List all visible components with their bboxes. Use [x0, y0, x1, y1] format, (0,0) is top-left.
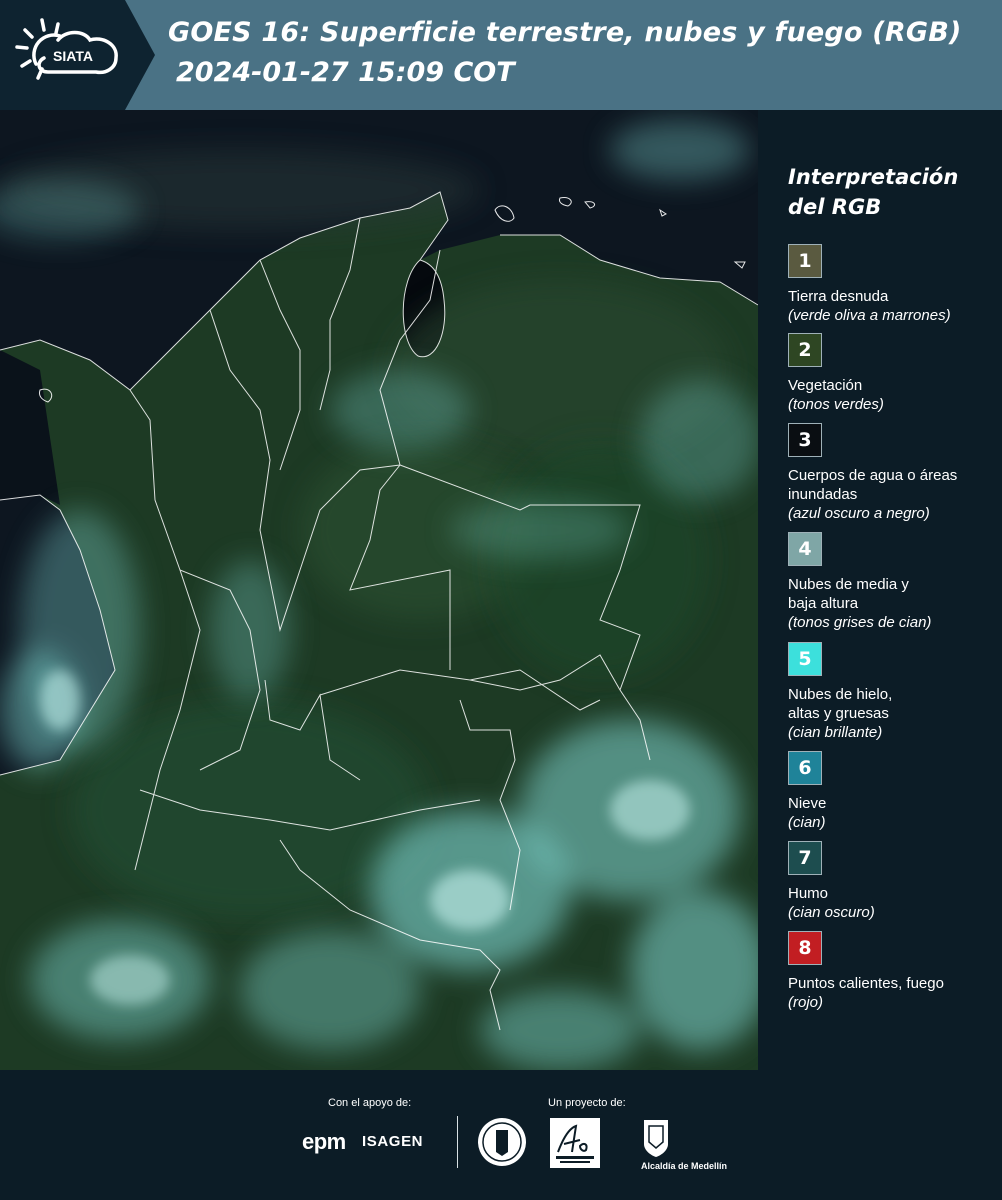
legend-label: Humo [788, 885, 829, 902]
legend-swatch: 6 [788, 751, 822, 785]
legend-swatch: 1 [788, 244, 822, 278]
legend-label: Nieve [788, 795, 827, 812]
legend-title: Interpretación del RGB [788, 165, 959, 219]
legend-item-6: 6 Nieve (cian) [788, 751, 993, 832]
legend-note: (cian oscuro) [788, 904, 875, 921]
legend-note: (tonos grises de cian) [788, 614, 932, 631]
legend-label: Vegetación [788, 377, 863, 394]
page-datetime: 2024-01-27 15:09 COT [176, 57, 515, 88]
legend-item-4: 4 Nubes de media y baja altura (tonos gr… [788, 532, 993, 632]
legend-swatch: 3 [788, 423, 822, 457]
legend-note: (cian brillante) [788, 724, 883, 741]
legend-item-1: 1 Tierra desnuda (verde oliva a marrones… [788, 244, 993, 325]
legend-note: (verde oliva a marrones) [788, 307, 951, 324]
legend-swatch: 8 [788, 931, 822, 965]
legend-note: (cian) [788, 814, 826, 831]
legend-label: Puntos calientes, fuego [788, 975, 944, 992]
legend-label: Cuerpos de agua o áreas inundadas [788, 467, 958, 503]
legend-item-8: 8 Puntos calientes, fuego (rojo) [788, 931, 993, 1012]
isagen-logo: ISAGEN [362, 1133, 424, 1150]
legend-item-5: 5 Nubes de hielo, altas y gruesas (cian … [788, 642, 993, 742]
legend-swatch: 7 [788, 841, 822, 875]
footer-divider [457, 1116, 458, 1168]
logo-text: SIATA [53, 48, 93, 64]
legend-item-2: 2 Vegetación (tonos verdes) [788, 333, 993, 414]
legend-swatch: 5 [788, 642, 822, 676]
legend-label: Nubes de hielo, altas y gruesas [788, 686, 893, 722]
support-label: Con el apoyo de: [328, 1097, 412, 1109]
legend-note: (rojo) [788, 994, 824, 1011]
alcaldia-label: Alcaldía de Medellín [641, 1161, 728, 1171]
legend-note: (tonos verdes) [788, 396, 884, 413]
project-label: Un proyecto de: [548, 1097, 626, 1109]
legend-item-3: 3 Cuerpos de agua o áreas inundadas (azu… [788, 423, 993, 523]
siata-logo: SIATA [0, 0, 155, 110]
legend-swatch: 4 [788, 532, 822, 566]
legend-swatch: 2 [788, 333, 822, 367]
area-metropolitana-logo-icon [550, 1118, 600, 1168]
legend-panel: Interpretación del RGB 1 Tierra desnuda … [758, 110, 1002, 1070]
page-title: GOES 16: Superficie terrestre, nubes y f… [168, 17, 962, 48]
satellite-map [0, 110, 758, 1070]
legend-item-7: 7 Humo (cian oscuro) [788, 841, 993, 922]
legend-label: Nubes de media y baja altura [788, 576, 909, 612]
epm-logo: epm [302, 1129, 346, 1154]
gobernacion-seal-icon [478, 1118, 526, 1166]
footer: Con el apoyo de: Un proyecto de: epm ISA… [0, 1070, 1002, 1200]
header-bar: SIATA GOES 16: Superficie terrestre, nub… [0, 0, 1002, 110]
legend-label: Tierra desnuda [788, 288, 889, 305]
alcaldia-shield-icon [644, 1120, 668, 1157]
legend-note: (azul oscuro a negro) [788, 505, 930, 522]
